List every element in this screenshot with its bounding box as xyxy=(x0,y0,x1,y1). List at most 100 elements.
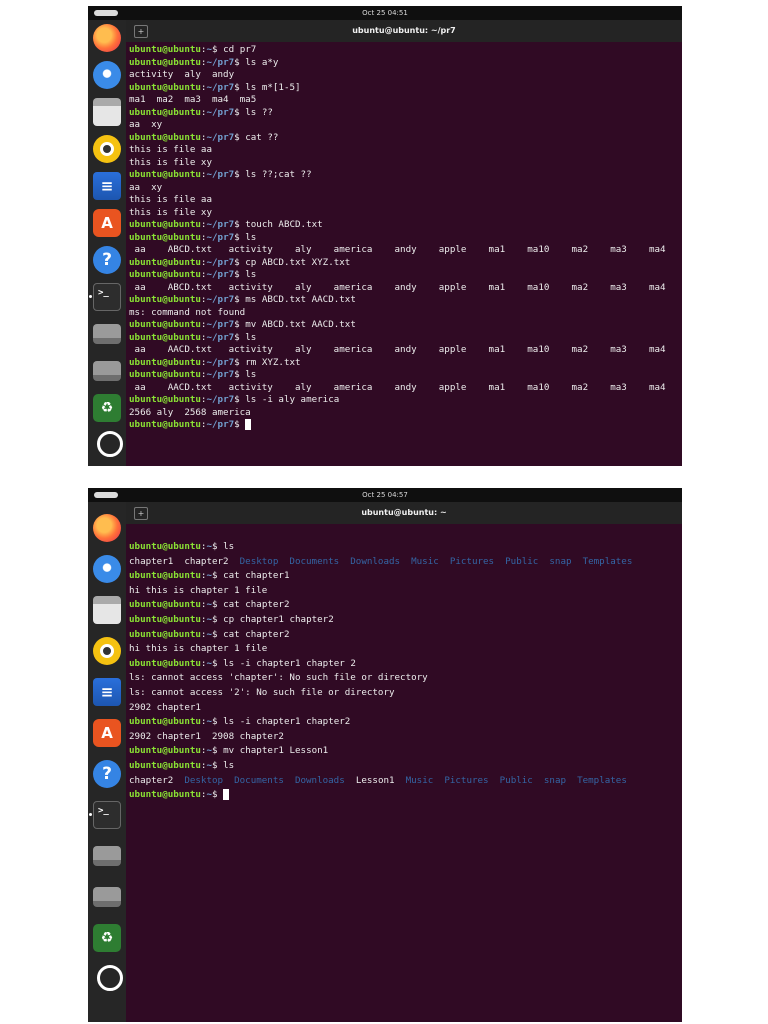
firefox-icon[interactable] xyxy=(93,24,121,52)
output-line: 2566 aly 2568 america xyxy=(129,407,682,420)
file-names: chapter1 chapter2 xyxy=(129,555,240,567)
thunderbird-icon[interactable] xyxy=(93,555,121,583)
command-text: ls a*y xyxy=(239,56,279,68)
output-text: activity aly andy xyxy=(129,69,235,80)
drive-icon[interactable] xyxy=(93,324,121,344)
top-bar: Oct 25 04:57 xyxy=(88,488,682,502)
prompt-user: ubuntu@ubuntu xyxy=(129,319,201,330)
output-line: aa AACD.txt activity aly america andy ap… xyxy=(129,344,682,357)
writer-icon[interactable]: ≡ xyxy=(93,678,121,706)
prompt-user: ubuntu@ubuntu xyxy=(129,789,201,801)
command-text: ls -i aly america xyxy=(239,394,340,405)
output-text: this is file xy xyxy=(129,206,212,218)
prompt-line: ubuntu@ubuntu:~$ cat chapter2 xyxy=(129,628,290,640)
clock[interactable]: Oct 25 04:51 xyxy=(88,6,682,20)
prompt-line: ubuntu@ubuntu:~/pr7$ ls xyxy=(129,231,257,243)
output-text: hi this is chapter 1 file xyxy=(129,584,268,596)
terminal-output[interactable]: ubuntu@ubuntu:~$ ls chapter1 chapter2 Des… xyxy=(129,540,682,803)
listing-line: chapter2 Desktop Documents Downloads Les… xyxy=(129,774,682,789)
output-text: aa xy xyxy=(129,181,163,193)
files-icon[interactable] xyxy=(93,98,121,126)
prompt-path: ~/pr7 xyxy=(206,369,235,380)
command-text: ls xyxy=(239,331,257,343)
prompt-line: ubuntu@ubuntu:~$ cd pr7 xyxy=(129,44,257,55)
firefox-icon[interactable] xyxy=(93,514,121,542)
screenshot-2: Oct 25 04:57 ≡ A? >_ ♻ + ubuntu@ubuntu: ~ u… xyxy=(88,488,682,1022)
output-line: aa xy xyxy=(129,119,682,132)
output-text: aa ABCD.txt activity aly america andy ap… xyxy=(129,281,666,293)
terminal-titlebar: + ubuntu@ubuntu: ~/pr7 xyxy=(126,20,682,42)
output-line: this is file xy xyxy=(129,157,682,170)
clock[interactable]: Oct 25 04:57 xyxy=(88,488,682,502)
dock: ≡ A? >_ ♻ xyxy=(88,20,126,466)
terminal-icon[interactable]: >_ xyxy=(93,283,121,311)
command-text: ls m*[1-5] xyxy=(239,81,301,93)
output-line: 2902 chapter1 xyxy=(129,701,682,716)
command-text: mv ABCD.txt AACD.txt xyxy=(239,319,356,330)
prompt-user: ubuntu@ubuntu xyxy=(129,219,201,230)
command-text: ls xyxy=(239,269,257,280)
output-line: 2902 chapter1 2908 chapter2 xyxy=(129,730,682,745)
prompt-line: ubuntu@ubuntu:~/pr7$ cat ?? xyxy=(129,131,279,143)
prompt-line: ubuntu@ubuntu:~$ cp chapter1 chapter2 xyxy=(129,613,334,625)
app-center-icon[interactable]: A xyxy=(93,719,121,747)
help-icon[interactable]: ? xyxy=(93,246,121,274)
output-text: 2902 chapter1 xyxy=(129,701,201,713)
app-center-icon[interactable]: A xyxy=(93,209,121,237)
output-text: this is file aa xyxy=(129,194,212,205)
running-indicator xyxy=(89,295,92,298)
show-apps-icon[interactable] xyxy=(97,965,123,991)
listing-line: chapter1 chapter2 Desktop Documents Down… xyxy=(129,555,682,570)
prompt-line: ubuntu@ubuntu:~/pr7$ ls m*[1-5] xyxy=(129,81,301,93)
prompt-path: ~/pr7 xyxy=(206,131,235,143)
terminal-icon[interactable]: >_ xyxy=(93,801,121,829)
command-text: ls xyxy=(239,369,257,380)
thunderbird-icon[interactable] xyxy=(93,61,121,89)
rhythmbox-icon[interactable] xyxy=(93,135,121,163)
prompt-user: ubuntu@ubuntu xyxy=(129,599,201,611)
prompt-path: ~/pr7 xyxy=(206,356,235,368)
prompt-line: ubuntu@ubuntu:~/pr7$ xyxy=(129,419,682,432)
drive-icon[interactable] xyxy=(93,887,121,907)
output-line: aa xy xyxy=(129,182,682,195)
prompt-user: ubuntu@ubuntu xyxy=(129,169,201,180)
output-line: this is file xy xyxy=(129,207,682,220)
running-indicator xyxy=(89,813,92,816)
prompt-path: ~/pr7 xyxy=(206,81,235,93)
prompt-path: ~/pr7 xyxy=(206,231,235,243)
directory-names: Music Pictures Public snap Templates xyxy=(405,774,627,786)
rhythmbox-icon[interactable] xyxy=(93,637,121,665)
prompt-user: ubuntu@ubuntu xyxy=(129,131,201,143)
terminal-output[interactable]: ubuntu@ubuntu:~$ cd pr7 ubuntu@ubuntu:~/p… xyxy=(129,44,682,432)
output-line: this is file aa xyxy=(129,194,682,207)
prompt-line: ubuntu@ubuntu:~$ ls xyxy=(129,541,235,552)
output-text: aa AACD.txt activity aly america andy ap… xyxy=(129,344,666,355)
directory-names: Desktop Documents Downloads xyxy=(184,774,356,786)
show-apps-icon[interactable] xyxy=(97,431,123,457)
prompt-path: ~/pr7 xyxy=(206,331,235,343)
files-icon[interactable] xyxy=(93,596,121,624)
command-text: ls xyxy=(217,759,235,771)
dock: ≡ A? >_ ♻ xyxy=(88,502,126,1022)
prompt-line: ubuntu@ubuntu:~$ xyxy=(129,788,682,803)
command-text: mv chapter1 Lesson1 xyxy=(217,745,329,757)
prompt-user: ubuntu@ubuntu xyxy=(129,231,201,243)
output-line: ls: cannot access '2': No such file or d… xyxy=(129,686,682,701)
text-cursor xyxy=(223,789,230,801)
prompt-path: ~/pr7 xyxy=(206,256,235,268)
output-line: this is file aa xyxy=(129,144,682,157)
trash-icon[interactable]: ♻ xyxy=(93,394,121,422)
command-text: ls ??;cat ?? xyxy=(239,169,312,180)
trash-icon[interactable]: ♻ xyxy=(93,924,121,952)
prompt-line: ubuntu@ubuntu:~$ ls -i chapter1 chapter2 xyxy=(129,716,351,728)
output-line: ms: command not found xyxy=(129,307,682,320)
drive-icon[interactable] xyxy=(93,846,121,866)
drive-icon[interactable] xyxy=(93,361,121,381)
help-icon[interactable]: ? xyxy=(93,760,121,788)
output-text: ls: cannot access 'chapter': No such fil… xyxy=(129,672,428,684)
prompt-user: ubuntu@ubuntu xyxy=(129,759,201,771)
directory-names: Desktop Documents Downloads Music Pictur… xyxy=(239,555,633,567)
command-text: ls -i chapter1 chapter 2 xyxy=(217,657,356,669)
writer-icon[interactable]: ≡ xyxy=(93,172,121,200)
output-text: ms: command not found xyxy=(129,306,246,318)
